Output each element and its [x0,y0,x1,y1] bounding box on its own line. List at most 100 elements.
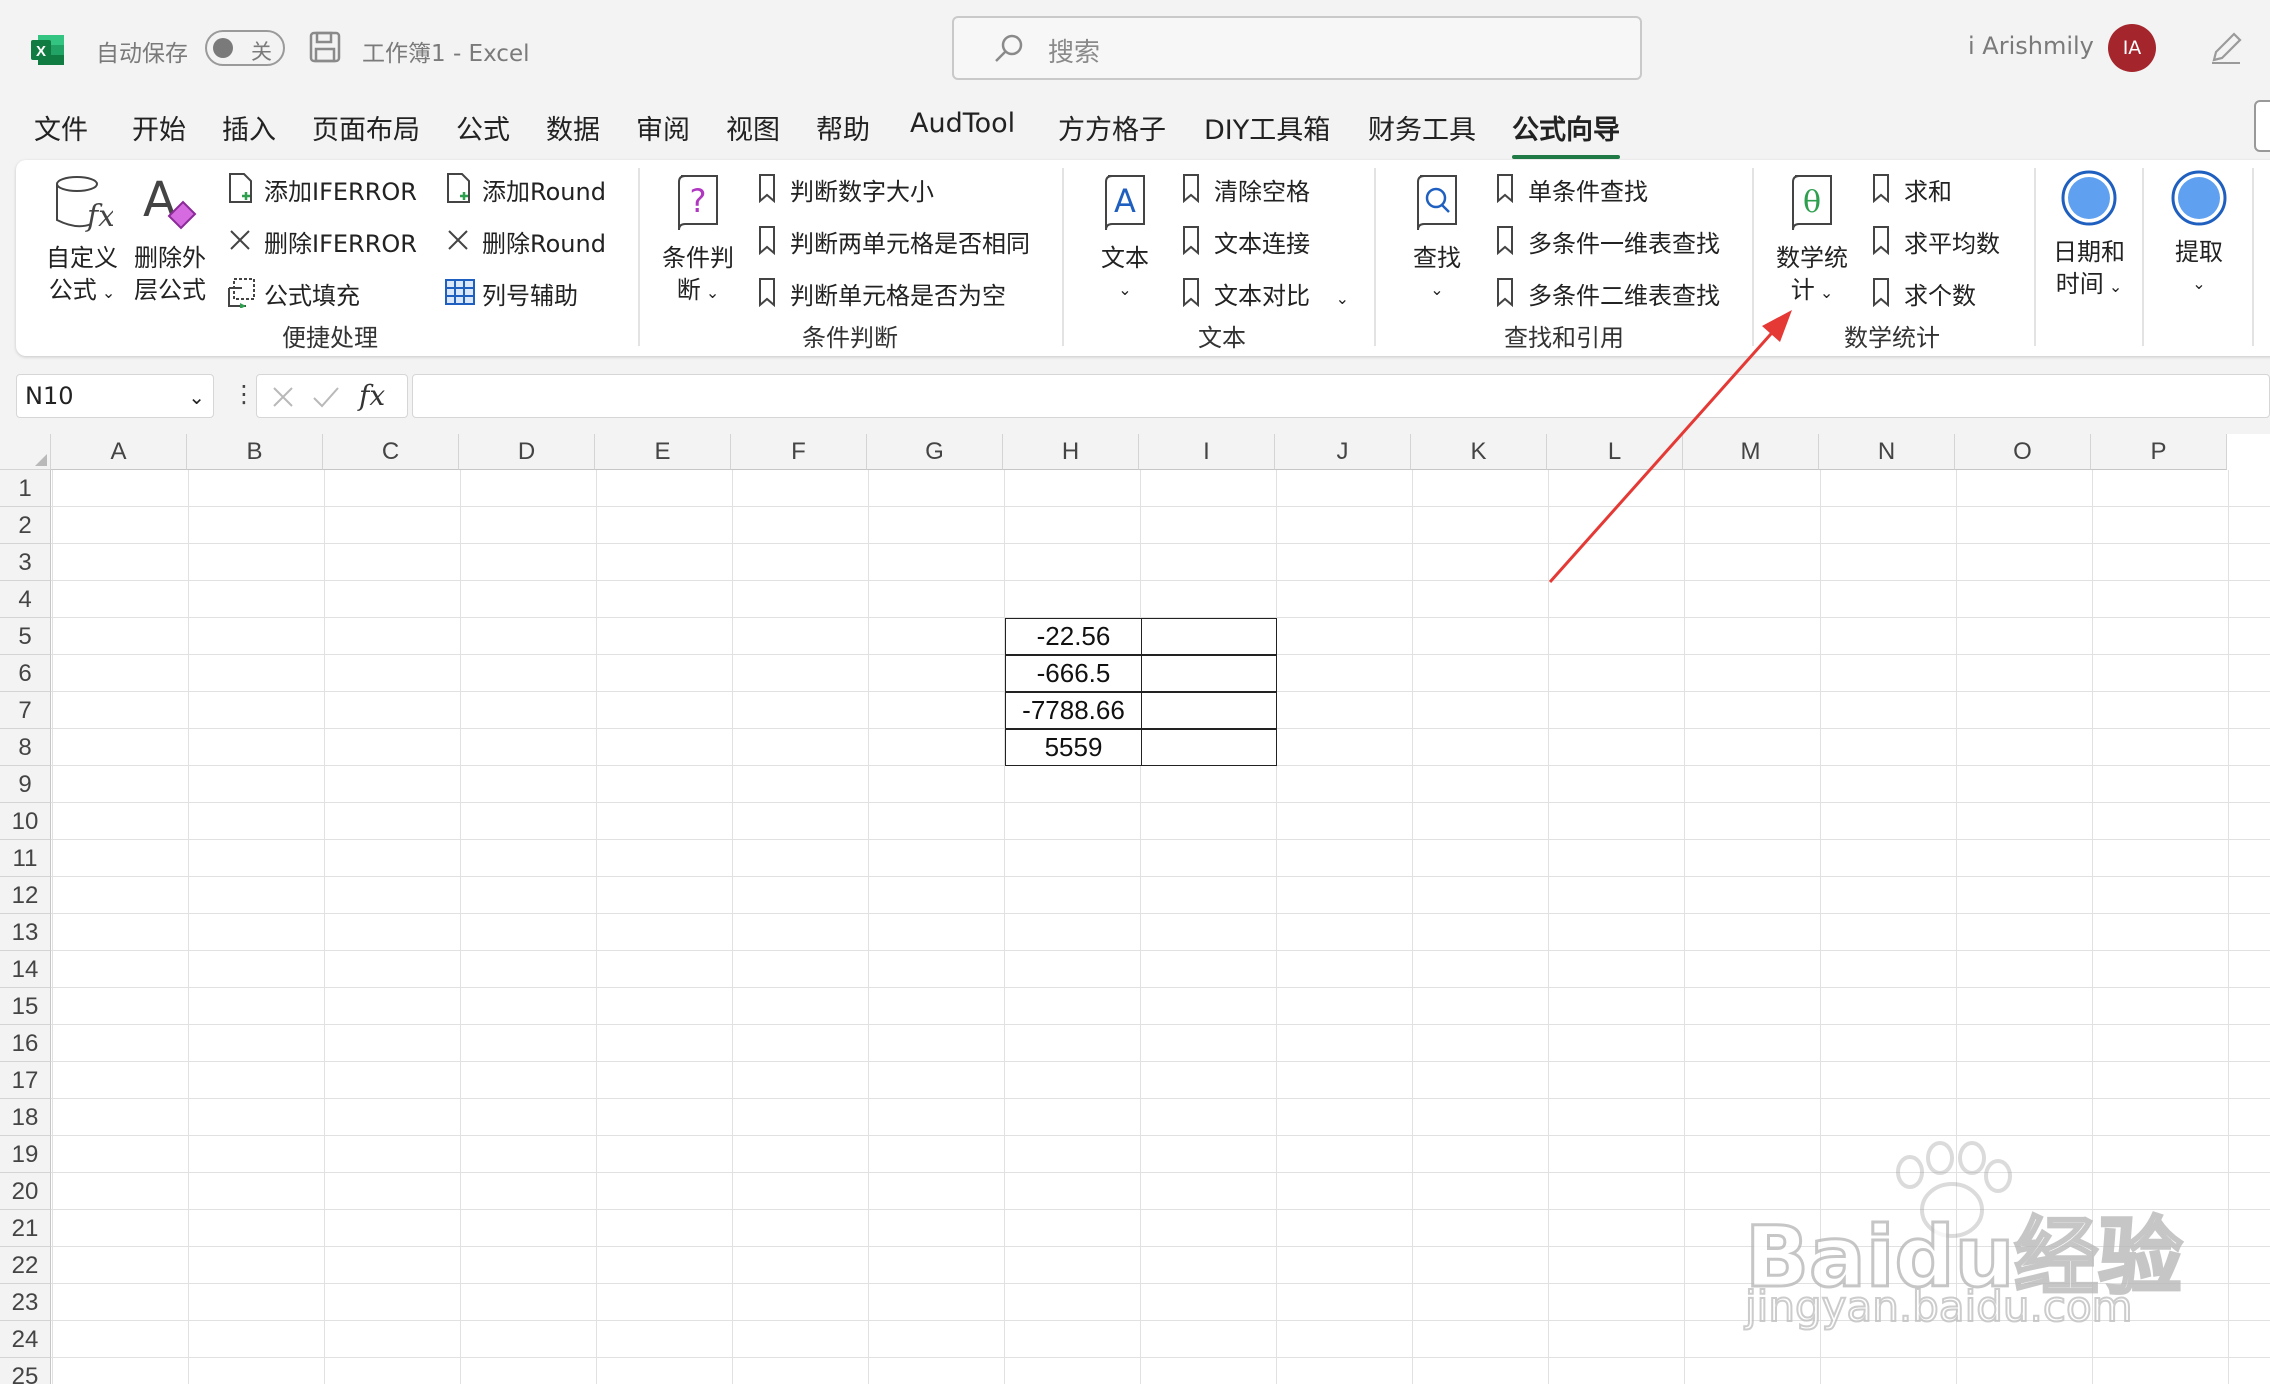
row-header[interactable]: 17 [0,1062,51,1099]
column-header[interactable]: E [595,434,731,470]
row-header[interactable]: 1 [0,470,51,507]
row-header[interactable]: 16 [0,1025,51,1062]
row-header[interactable]: 10 [0,803,51,840]
delete-iferror-button[interactable]: 删除IFERROR [226,224,417,259]
formula-fill-button[interactable]: 公式填充 [226,276,360,311]
tab-page-layout[interactable]: 页面布局 [312,108,420,147]
column-header[interactable]: A [51,434,187,470]
row-header[interactable]: 24 [0,1321,51,1358]
compare-two-cells-button[interactable]: 判断两单元格是否相同 [756,224,1030,259]
row-header[interactable]: 5 [0,618,51,655]
column-header[interactable]: C [323,434,459,470]
text-compare-button[interactable]: 文本对比 ⌄ [1180,276,1349,311]
user-name[interactable]: i Arishmily [1968,32,2094,60]
pen-icon[interactable] [2206,28,2246,68]
select-all-corner[interactable] [0,434,51,470]
column-number-helper-button[interactable]: 列号辅助 [444,276,578,311]
cancel-icon[interactable] [269,383,297,411]
tab-formula-wizard[interactable]: 公式向导 [1512,108,1620,159]
tab-data[interactable]: 数据 [546,108,600,147]
add-iferror-button[interactable]: 添加IFERROR [226,172,417,207]
row-header[interactable]: 20 [0,1173,51,1210]
tab-insert[interactable]: 插入 [222,108,276,147]
row-header[interactable]: 3 [0,544,51,581]
row-header[interactable]: 9 [0,766,51,803]
cell-I5[interactable] [1141,618,1277,655]
sum-button[interactable]: 求和 [1870,172,1952,207]
column-header[interactable]: H [1003,434,1139,470]
multi-condition-1d-lookup-button[interactable]: 多条件一维表查找 [1494,224,1720,259]
lookup-button[interactable]: 查找 ⌄ [1398,172,1476,306]
clear-spaces-button[interactable]: 清除空格 [1180,172,1310,207]
name-box[interactable]: N10 ⌄ [16,374,214,418]
condition-judge-button[interactable]: ? 条件判 断 ⌄ [656,172,740,309]
column-header[interactable]: O [1955,434,2091,470]
tab-diy-toolbox[interactable]: DIY工具箱 [1204,108,1330,147]
column-header[interactable]: J [1275,434,1411,470]
autosave-toggle[interactable]: 关 [205,30,285,66]
row-header[interactable]: 11 [0,840,51,877]
save-icon[interactable] [308,30,342,64]
search-box[interactable]: 搜索 [952,16,1642,80]
delete-outer-formula-button[interactable]: A 删除外 层公式 [128,172,212,306]
compare-number-size-button[interactable]: 判断数字大小 [756,172,934,207]
cell-H7[interactable]: -7788.66 [1005,692,1142,729]
extract-button[interactable]: 提取 ⌄ [2156,168,2242,300]
column-header[interactable]: D [459,434,595,470]
count-button[interactable]: 求个数 [1870,276,1976,311]
ribbon-display-button[interactable] [2254,100,2270,152]
column-header[interactable]: L [1547,434,1683,470]
single-condition-lookup-button[interactable]: 单条件查找 [1494,172,1648,207]
cell-I6[interactable] [1141,655,1277,692]
tab-formulas[interactable]: 公式 [456,108,510,147]
multi-condition-2d-lookup-button[interactable]: 多条件二维表查找 [1494,276,1720,311]
more-options-icon[interactable]: ⋮ [232,380,256,408]
row-header[interactable]: 23 [0,1284,51,1321]
enter-check-icon[interactable] [311,383,341,411]
cell-H5[interactable]: -22.56 [1005,618,1142,655]
row-header[interactable]: 7 [0,692,51,729]
row-header[interactable]: 15 [0,988,51,1025]
row-header[interactable]: 13 [0,914,51,951]
tab-view[interactable]: 视图 [726,108,780,147]
column-header[interactable]: F [731,434,867,470]
add-round-button[interactable]: 添加Round [444,172,606,207]
row-header[interactable]: 19 [0,1136,51,1173]
column-header[interactable]: B [187,434,323,470]
row-header[interactable]: 12 [0,877,51,914]
row-header[interactable]: 8 [0,729,51,766]
text-join-button[interactable]: 文本连接 [1180,224,1310,259]
tab-finance-tools[interactable]: 财务工具 [1368,108,1476,147]
row-header[interactable]: 2 [0,507,51,544]
column-header[interactable]: P [2091,434,2227,470]
avatar[interactable]: IA [2108,24,2156,72]
row-header[interactable]: 25 [0,1358,51,1384]
column-header[interactable]: K [1411,434,1547,470]
custom-formula-button[interactable]: fx 自定义 公式 ⌄ [36,172,128,309]
tab-review[interactable]: 审阅 [636,108,690,147]
average-button[interactable]: 求平均数 [1870,224,2000,259]
tab-file[interactable]: 文件 [34,108,88,147]
cell-I7[interactable] [1141,692,1277,729]
tab-help[interactable]: 帮助 [816,108,870,147]
insert-function-button[interactable]: fx [359,379,385,412]
tab-home[interactable]: 开始 [132,108,186,147]
delete-round-button[interactable]: 删除Round [444,224,606,259]
row-header[interactable]: 4 [0,581,51,618]
row-header[interactable]: 6 [0,655,51,692]
tab-fangfangezi[interactable]: 方方格子 [1058,108,1166,147]
date-time-button[interactable]: 日期和 时间 ⌄ [2046,168,2132,303]
row-header[interactable]: 14 [0,951,51,988]
row-header[interactable]: 21 [0,1210,51,1247]
formula-input[interactable] [412,374,2270,418]
column-header[interactable]: N [1819,434,1955,470]
cell-I8[interactable] [1141,729,1277,766]
check-cell-empty-button[interactable]: 判断单元格是否为空 [756,276,1006,311]
cell-H8[interactable]: 5559 [1005,729,1142,766]
column-header[interactable]: I [1139,434,1275,470]
row-header[interactable]: 18 [0,1099,51,1136]
row-header[interactable]: 22 [0,1247,51,1284]
math-stats-button[interactable]: θ 数学统 计 ⌄ [1770,172,1854,309]
cell-H6[interactable]: -666.5 [1005,655,1142,692]
column-header[interactable]: M [1683,434,1819,470]
